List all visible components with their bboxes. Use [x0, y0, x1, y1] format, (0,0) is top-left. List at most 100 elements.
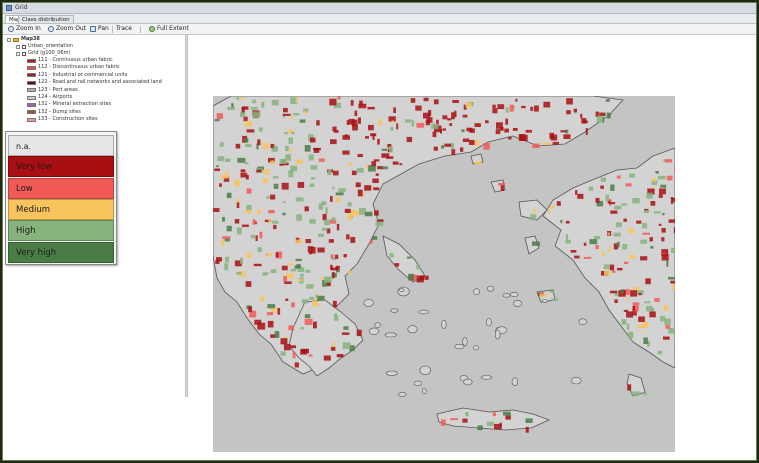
land-cover-cell — [373, 159, 380, 162]
zoom-out-button[interactable]: Zoom Out — [48, 25, 86, 33]
land-cover-cell — [343, 254, 347, 258]
land-cover-cell — [290, 165, 298, 172]
land-cover-cell — [521, 105, 526, 109]
land-cover-cell — [224, 238, 230, 242]
land-cover-cell — [215, 260, 220, 264]
land-cover-cell — [485, 120, 489, 124]
land-cover-cell — [357, 189, 363, 197]
land-cover-cell — [281, 182, 289, 190]
land-cover-cell — [645, 278, 651, 285]
land-cover-cell — [550, 134, 558, 141]
land-cover-cell — [539, 293, 547, 297]
pan-button[interactable]: Pan — [90, 25, 109, 33]
pane-splitter[interactable] — [185, 35, 188, 397]
land-cover-cell — [668, 219, 675, 223]
land-cover-cell — [300, 273, 304, 277]
land-cover-cell — [324, 219, 330, 226]
land-cover-cell — [330, 139, 337, 145]
collapse-icon[interactable] — [7, 37, 11, 42]
land-cover-cell — [351, 170, 357, 176]
island — [495, 329, 501, 340]
land-cover-cell — [301, 299, 309, 304]
land-cover-cell — [441, 145, 444, 149]
tree-class-item[interactable]: 131 - Mineral extraction sites — [27, 101, 111, 108]
land-cover-cell — [392, 161, 399, 165]
land-cover-cell — [274, 331, 280, 338]
land-cover-cell — [610, 184, 615, 191]
land-cover-cell — [348, 162, 353, 166]
expand-icon[interactable] — [16, 44, 20, 49]
land-cover-cell — [378, 119, 383, 126]
land-cover-cell — [474, 123, 481, 127]
layer-visibility-checkbox[interactable] — [22, 44, 26, 49]
land-cover-cell — [583, 242, 587, 246]
land-cover-cell — [253, 263, 262, 267]
land-cover-cell — [288, 170, 294, 178]
tree-layer-grid[interactable]: Grid (g100_06m) — [16, 50, 70, 57]
tree-class-item[interactable]: 133 - Construction sites — [27, 116, 98, 123]
land-cover-cell — [291, 131, 295, 135]
tree-class-item[interactable]: 121 - Industrial or commercial units — [27, 72, 127, 79]
land-cover-cell — [396, 123, 399, 130]
land-cover-cell — [308, 154, 314, 161]
land-cover-cell — [670, 280, 675, 284]
tree-class-item[interactable]: 132 - Dump sites — [27, 109, 81, 116]
land-cover-cell — [640, 239, 648, 244]
land-cover-cell — [416, 122, 425, 128]
land-cover-cell — [367, 106, 375, 110]
tree-layer-urban-orientation[interactable]: Urban_orientation — [16, 43, 73, 50]
tree-root[interactable]: Map38 — [7, 36, 40, 43]
toolbar-separator — [112, 26, 113, 33]
tree-class-item[interactable]: 112 - Discontinuous urban fabric — [27, 64, 120, 71]
zoom-out-label: Zoom Out — [56, 25, 87, 32]
land-cover-cell — [332, 300, 337, 308]
land-cover-cell — [642, 392, 647, 395]
land-cover-cell — [441, 419, 446, 426]
land-cover-cell — [486, 421, 494, 427]
trace-button[interactable]: Trace — [116, 25, 132, 33]
land-cover-cell — [248, 306, 253, 313]
land-cover-cell — [500, 127, 504, 131]
land-cover-cell — [614, 299, 618, 303]
land-cover-cell — [235, 143, 241, 149]
land-cover-cell — [666, 260, 669, 267]
land-cover-cell — [575, 190, 578, 195]
island — [578, 318, 587, 325]
land-cover-cell — [416, 275, 424, 283]
land-cover-cell — [449, 123, 453, 126]
land-cover-cell — [279, 159, 287, 164]
land-cover-cell — [231, 103, 234, 108]
land-cover-cell — [308, 354, 313, 357]
land-cover-cell — [280, 351, 286, 356]
land-cover-cell — [621, 203, 628, 206]
land-cover-cell — [216, 165, 219, 168]
land-cover-cell — [570, 250, 577, 253]
land-cover-cell — [262, 142, 269, 149]
map-canvas[interactable] — [213, 96, 675, 452]
collapse-icon[interactable] — [16, 51, 20, 56]
tree-class-item[interactable]: 122 - Road and rail networks and associa… — [27, 79, 162, 86]
legend-item: Medium — [8, 198, 114, 220]
land-cover-cell — [670, 197, 674, 204]
tab-class-distribution[interactable]: Class distribution — [18, 15, 74, 23]
land-cover-cell — [257, 209, 261, 215]
land-cover-cell — [650, 201, 656, 206]
land-cover-cell — [328, 239, 334, 243]
land-cover-cell — [289, 148, 293, 153]
land-cover-cell — [660, 315, 666, 322]
zoom-in-button[interactable]: Zoom In — [8, 25, 41, 33]
land-cover-cell — [246, 253, 252, 259]
tree-class-item[interactable]: 124 - Airports — [27, 94, 72, 101]
land-cover-cell — [650, 245, 654, 249]
land-cover-cell — [221, 240, 225, 246]
layer-visibility-checkbox[interactable] — [22, 51, 26, 56]
land-cover-cell — [329, 98, 337, 106]
land-cover-cell — [407, 256, 412, 259]
tree-class-item[interactable]: 123 - Port areas — [27, 87, 78, 94]
land-cover-cell — [654, 298, 660, 302]
land-cover-cell — [283, 108, 288, 113]
zoom-in-icon — [8, 26, 14, 32]
tree-class-item[interactable]: 111 - Continuous urban fabric — [27, 57, 113, 64]
full-extent-button[interactable]: Full Extent — [149, 25, 189, 33]
land-cover-cell — [365, 136, 369, 139]
